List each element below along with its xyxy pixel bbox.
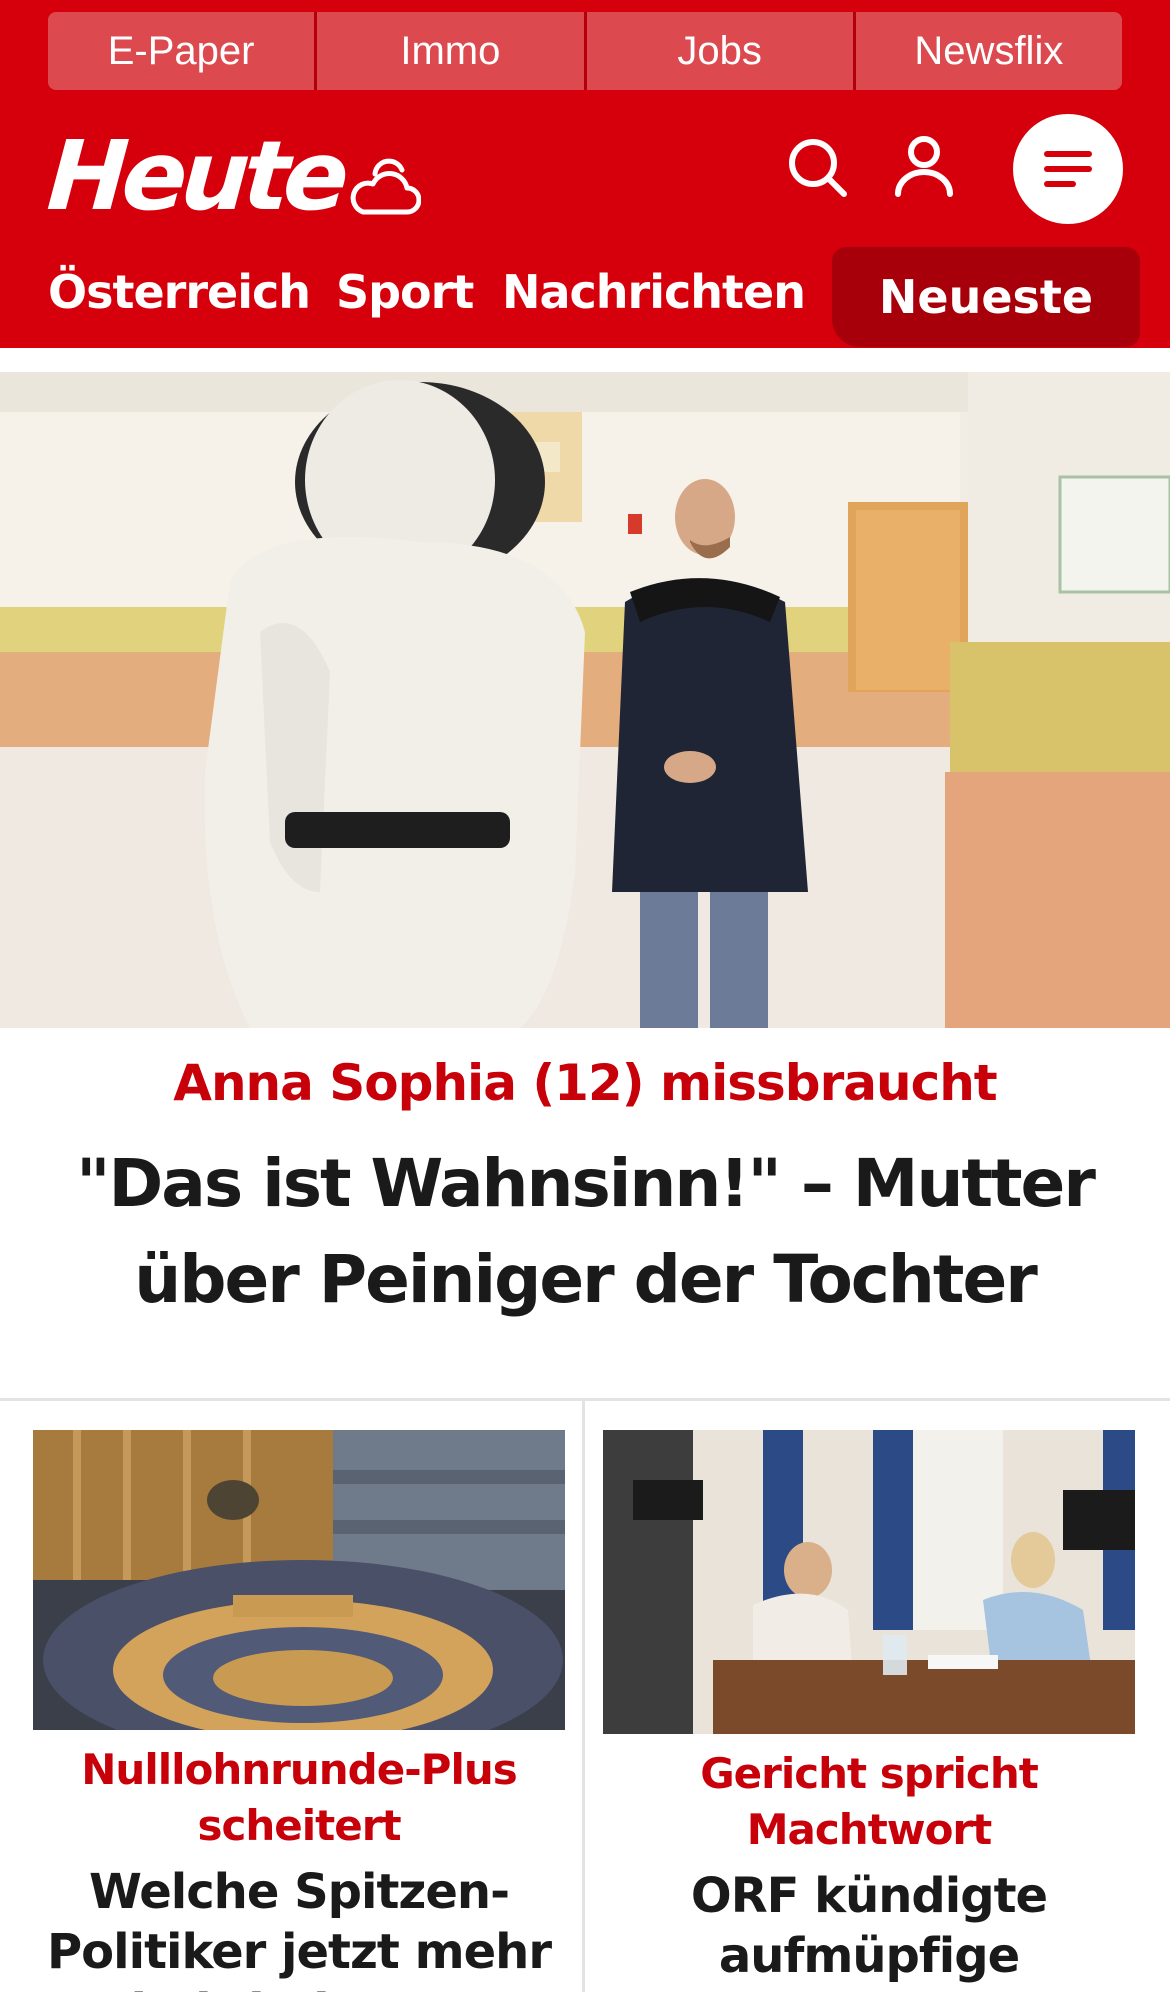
quicklink-jobs[interactable]: Jobs bbox=[586, 12, 856, 90]
main-nav: Österreich Sport Nachrichten Neueste bbox=[0, 245, 1170, 348]
hero-headline[interactable]: "Das ist Wahnsinn!" – Mutter über Peinig… bbox=[0, 1136, 1170, 1328]
search-icon[interactable] bbox=[786, 136, 850, 200]
quicklink-immo[interactable]: Immo bbox=[317, 12, 587, 90]
teaser-card[interactable]: Nulllohnrunde-Plus scheitert Welche Spit… bbox=[33, 1430, 565, 1992]
cloud-sun-icon[interactable] bbox=[345, 152, 421, 218]
hero-image[interactable] bbox=[0, 372, 1170, 1028]
nav-item-sport[interactable]: Sport bbox=[336, 265, 474, 319]
quicklinks-bar: E-Paper Immo Jobs Newsflix bbox=[48, 12, 1122, 90]
grid-column-divider bbox=[582, 1401, 585, 1992]
hero-kicker: Anna Sophia (12) missbraucht bbox=[173, 1054, 997, 1112]
nav-item-neueste[interactable]: Neueste bbox=[832, 247, 1140, 347]
site-header: E-Paper Immo Jobs Newsflix Heute Österre… bbox=[0, 0, 1170, 348]
brand-bar: Heute bbox=[0, 100, 1170, 242]
grid-divider bbox=[0, 1398, 1170, 1401]
user-icon[interactable] bbox=[892, 134, 956, 198]
teaser-card[interactable]: Gericht spricht Machtwort ORF kündigte a… bbox=[603, 1430, 1135, 1992]
nav-item-oesterreich[interactable]: Österreich bbox=[48, 265, 311, 319]
teaser-kicker: Gericht spricht Machtwort bbox=[700, 1749, 1039, 1854]
teaser-image[interactable] bbox=[33, 1430, 565, 1730]
teaser-headline[interactable]: Welche Spitzen-Politiker jetzt mehr Geha… bbox=[33, 1862, 565, 1992]
teaser-headline[interactable]: ORF kündigte aufmüpfige Mitarbeiterin bbox=[603, 1866, 1135, 1992]
quicklink-epaper[interactable]: E-Paper bbox=[48, 12, 318, 90]
teaser-kicker: Nulllohnrunde-Plus scheitert bbox=[81, 1745, 517, 1850]
hamburger-menu-icon[interactable] bbox=[1013, 114, 1123, 224]
nav-item-nachrichten[interactable]: Nachrichten bbox=[502, 265, 806, 319]
site-logo[interactable]: Heute bbox=[44, 120, 347, 232]
teaser-image[interactable] bbox=[603, 1430, 1135, 1734]
quicklink-newsflix[interactable]: Newsflix bbox=[855, 12, 1122, 90]
